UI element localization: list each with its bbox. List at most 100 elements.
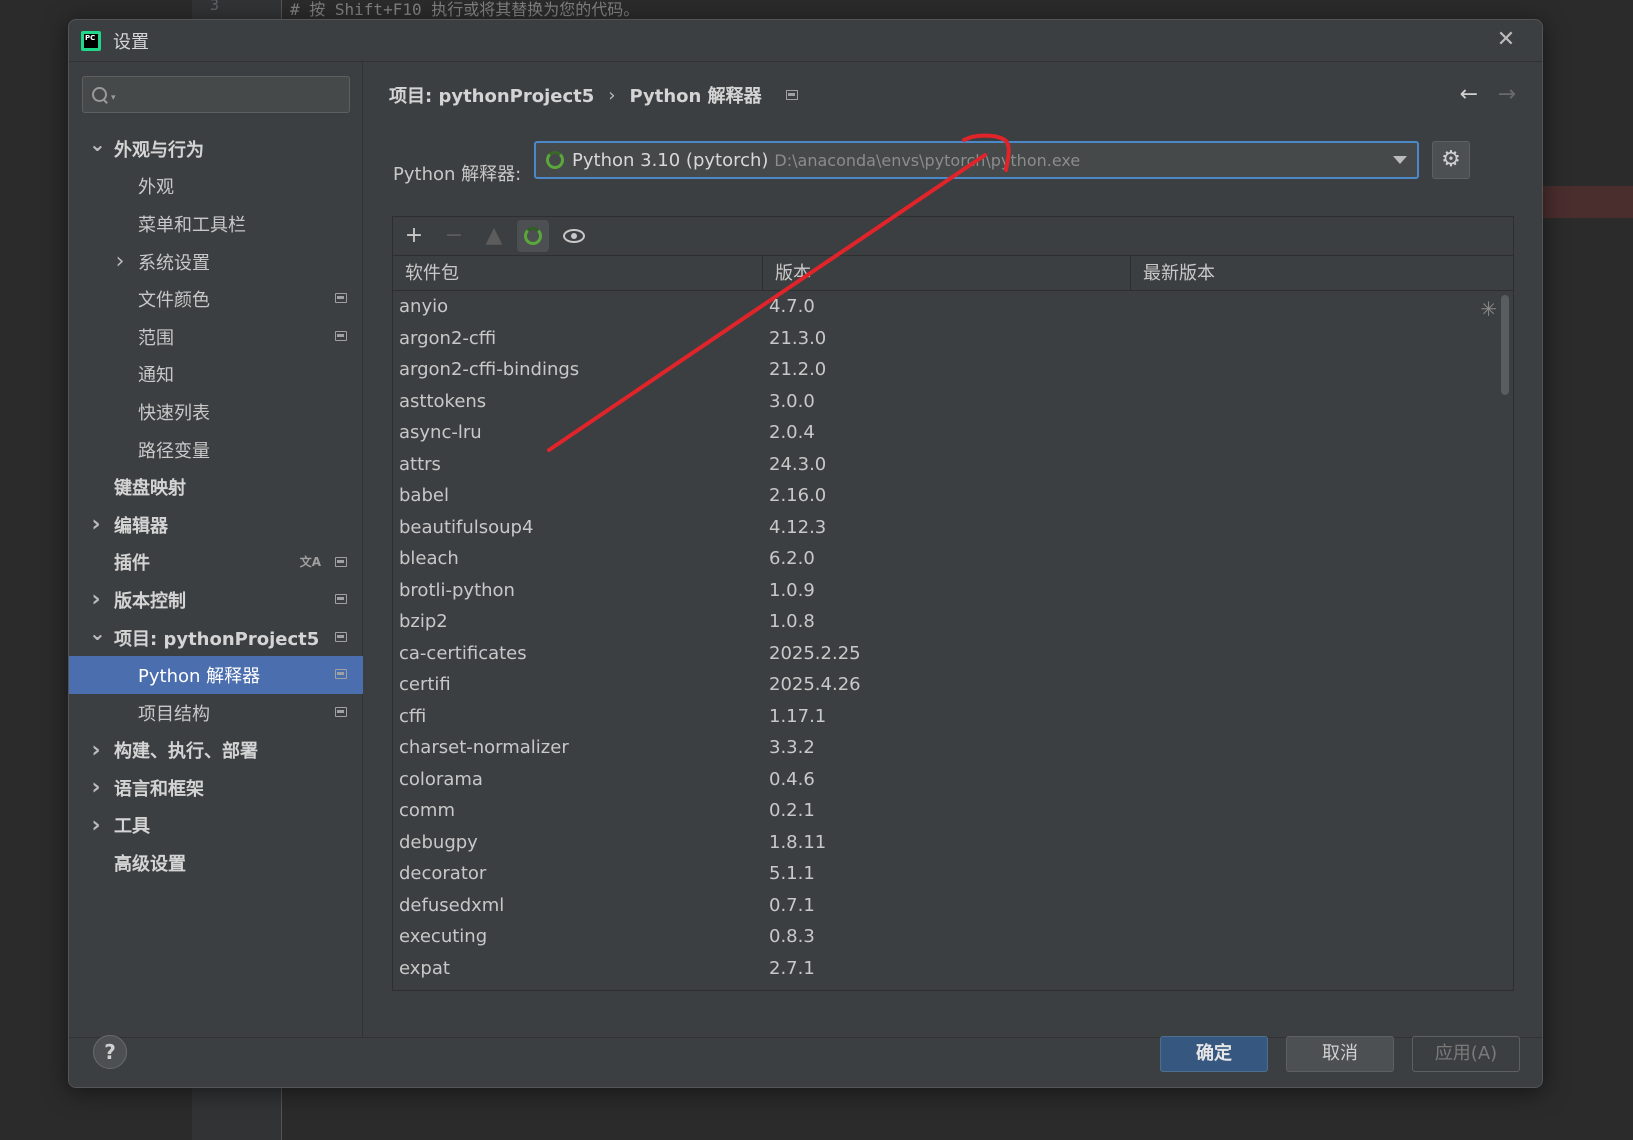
package-name-cell: expat xyxy=(399,957,450,979)
ok-button[interactable]: 确定 xyxy=(1160,1036,1268,1072)
table-row[interactable]: beautifulsoup4 4.12.3 xyxy=(393,512,1513,544)
sidebar-item-label: 通知 xyxy=(138,365,174,387)
remove-icon[interactable]: − xyxy=(443,225,465,247)
table-row[interactable]: brotli-python 1.0.9 xyxy=(393,575,1513,607)
table-row[interactable]: attrs 24.3.0 xyxy=(393,449,1513,481)
table-row[interactable]: comm 0.2.1 xyxy=(393,795,1513,827)
sidebar-item[interactable]: › 构建、执行、部署 xyxy=(69,732,363,770)
table-row[interactable]: debugpy 1.8.11 xyxy=(393,827,1513,859)
sidebar-item-label: 范围 xyxy=(138,327,174,349)
package-version-cell: 21.2.0 xyxy=(769,359,827,380)
sidebar-item[interactable]: › 编辑器 xyxy=(69,506,363,544)
table-row[interactable]: argon2-cffi 21.3.0 xyxy=(393,323,1513,355)
back-arrow-icon[interactable]: ← xyxy=(1460,82,1478,107)
table-row[interactable]: expat 2.7.1 xyxy=(393,953,1513,985)
table-row[interactable]: colorama 0.4.6 xyxy=(393,764,1513,796)
table-row[interactable]: executing 0.8.3 xyxy=(393,921,1513,953)
table-row[interactable]: bleach 6.2.0 xyxy=(393,543,1513,575)
table-row[interactable]: decorator 5.1.1 xyxy=(393,858,1513,890)
package-name-cell: colorama xyxy=(399,768,483,790)
cancel-button[interactable]: 取消 xyxy=(1286,1036,1394,1072)
chevron-right-icon[interactable]: › xyxy=(113,249,127,274)
sidebar-item[interactable]: ⌄ 项目: pythonProject5 xyxy=(69,619,363,657)
chevron-down-icon[interactable]: ⌄ xyxy=(89,132,106,156)
sidebar-item[interactable]: › 语言和框架 xyxy=(69,769,363,807)
table-row[interactable]: async-lru 2.0.4 xyxy=(393,417,1513,449)
table-row[interactable]: anyio 4.7.0 xyxy=(393,291,1513,323)
sidebar-item-label: Python 解释器 xyxy=(138,666,261,688)
column-header-package[interactable]: 软件包 xyxy=(393,256,763,290)
packages-toolbar: + − ▲ xyxy=(393,217,1513,255)
close-icon[interactable]: ✕ xyxy=(1494,28,1518,52)
sidebar-item[interactable]: 文件颜色 xyxy=(69,280,363,318)
table-row[interactable]: cffi 1.17.1 xyxy=(393,701,1513,733)
table-row[interactable]: ca-certificates 2025.2.25 xyxy=(393,638,1513,670)
sidebar-item[interactable]: 外观 xyxy=(69,168,363,206)
settings-scope-icon xyxy=(335,706,347,717)
latest-version-cell xyxy=(1131,417,1513,449)
chevron-down-icon[interactable]: ⌄ xyxy=(89,621,106,645)
sidebar-item[interactable]: 快速列表 xyxy=(69,393,363,431)
settings-content: 项目: pythonProject5 › Python 解释器 ← → Pyth… xyxy=(363,62,1542,1037)
chevron-right-icon[interactable]: › xyxy=(89,587,103,612)
scrollbar[interactable] xyxy=(1501,295,1509,395)
latest-version-cell xyxy=(1131,827,1513,859)
latest-version-cell xyxy=(1131,890,1513,922)
sidebar-item[interactable]: 路径变量 xyxy=(69,431,363,469)
error-line-highlight xyxy=(1543,186,1633,218)
sidebar-item[interactable]: 插件 文A xyxy=(69,544,363,582)
sidebar-item[interactable]: ⌄ 外观与行为 xyxy=(69,130,363,168)
sidebar-item[interactable]: Python 解释器 xyxy=(69,656,363,694)
chevron-right-icon[interactable]: › xyxy=(89,775,103,800)
package-name-cell: brotli-python xyxy=(399,579,515,601)
latest-version-cell xyxy=(1131,858,1513,890)
sidebar-item[interactable]: 项目结构 xyxy=(69,694,363,732)
table-row[interactable]: bzip2 1.0.8 xyxy=(393,606,1513,638)
sidebar-item[interactable]: 范围 xyxy=(69,318,363,356)
chevron-right-icon[interactable]: › xyxy=(89,813,103,838)
table-row[interactable]: defusedxml 0.7.1 xyxy=(393,890,1513,922)
search-input[interactable]: ▾ xyxy=(82,76,350,113)
code-line: # 按 Shift+F10 执行或将其替换为您的代码。 xyxy=(290,0,640,19)
settings-scope-icon xyxy=(335,631,347,642)
table-row[interactable]: charset-normalizer 3.3.2 xyxy=(393,732,1513,764)
column-header-version[interactable]: 版本 xyxy=(763,256,1131,290)
sidebar-item[interactable]: 通知 xyxy=(69,356,363,394)
package-version-cell: 1.0.9 xyxy=(769,579,815,601)
package-version-cell: 1.8.11 xyxy=(769,831,827,853)
upgrade-icon[interactable]: ▲ xyxy=(483,225,505,247)
package-version-cell: 4.12.3 xyxy=(769,516,827,538)
chevron-right-icon[interactable]: › xyxy=(89,512,103,537)
table-row[interactable]: asttokens 3.0.0 xyxy=(393,386,1513,418)
package-name-cell: ca-certificates xyxy=(399,642,527,664)
package-version-cell: 2025.4.26 xyxy=(769,674,861,695)
breadcrumb-project: 项目: pythonProject5 xyxy=(389,86,595,107)
table-row[interactable]: certifi 2025.4.26 xyxy=(393,669,1513,701)
sidebar-item[interactable]: 菜单和工具栏 xyxy=(69,205,363,243)
interpreter-select[interactable]: Python 3.10 (pytorch) D:\anaconda\envs\p… xyxy=(534,141,1419,179)
sidebar-item-label: 快速列表 xyxy=(138,402,210,424)
chevron-right-icon[interactable]: › xyxy=(89,738,103,763)
eye-icon[interactable] xyxy=(563,229,585,243)
latest-version-cell xyxy=(1131,921,1513,953)
apply-button[interactable]: 应用(A) xyxy=(1412,1036,1520,1072)
package-version-cell: 4.7.0 xyxy=(769,296,815,317)
sidebar-item[interactable]: 高级设置 xyxy=(69,844,363,882)
table-row[interactable]: argon2-cffi-bindings 21.2.0 xyxy=(393,354,1513,386)
package-name-cell: comm xyxy=(399,800,455,821)
search-history-caret-icon[interactable]: ▾ xyxy=(111,93,116,103)
package-name-cell: charset-normalizer xyxy=(399,737,569,758)
sidebar-item[interactable]: 键盘映射 xyxy=(69,468,363,506)
package-version-cell: 2.0.4 xyxy=(769,422,815,443)
sidebar-item[interactable]: › 系统设置 xyxy=(69,243,363,281)
help-button[interactable]: ? xyxy=(93,1035,127,1069)
gear-icon[interactable]: ⚙ xyxy=(1432,141,1470,179)
chevron-down-icon[interactable] xyxy=(1393,156,1407,164)
sidebar-item[interactable]: › 版本控制 xyxy=(69,581,363,619)
column-header-latest-version[interactable]: 最新版本 xyxy=(1131,256,1513,290)
forward-arrow-icon[interactable]: → xyxy=(1498,82,1516,107)
add-icon[interactable]: + xyxy=(403,225,425,247)
table-row[interactable]: babel 2.16.0 xyxy=(393,480,1513,512)
refresh-button[interactable] xyxy=(517,220,549,252)
sidebar-item[interactable]: › 工具 xyxy=(69,807,363,845)
